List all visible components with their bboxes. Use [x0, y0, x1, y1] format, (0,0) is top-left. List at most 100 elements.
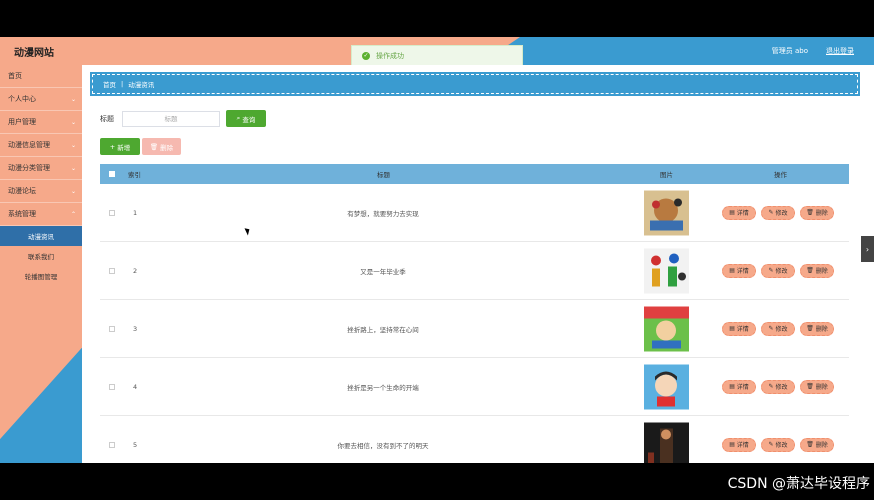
sidebar-subitem-carousel[interactable]: 轮播图管理: [0, 266, 82, 286]
select-all-checkbox[interactable]: [109, 171, 115, 177]
edit-button[interactable]: ✎ 修改: [761, 205, 795, 220]
row-actions: ▤ 详情 ✎ 修改 🗑 删除: [722, 321, 839, 336]
row-index: 3: [133, 324, 138, 333]
detail-button[interactable]: ▤ 详情: [722, 379, 756, 394]
edit-label: 修改: [775, 442, 788, 449]
check-icon: ✓: [362, 52, 370, 60]
logout-link[interactable]: 退出登录: [826, 46, 854, 56]
table-row: 3 挫折路上，坚持常在心间 ▤ 详情 ✎ 修改 🗑 删除: [100, 300, 849, 358]
sidebar-item-label: 动漫信息管理: [8, 141, 50, 149]
row-checkbox[interactable]: [109, 325, 115, 332]
detail-label: 详情: [736, 384, 749, 391]
sidebar-item-label: 动漫分类管理: [8, 164, 50, 172]
edit-button[interactable]: ✎ 修改: [761, 437, 795, 452]
trash-icon: 🗑: [806, 383, 816, 390]
sidebar-item-anime-info[interactable]: 动漫信息管理 ⌄: [0, 134, 82, 157]
row-index: 1: [133, 208, 138, 217]
main-content: 首页 | 动漫资讯 标题 标题 ⌕ 查询 + 新增 🗑 删除 索引 标题 图片 …: [82, 65, 874, 463]
anime-thumbnail: [644, 306, 689, 351]
breadcrumb-current: 动漫资讯: [128, 81, 155, 89]
search-label: 标题: [100, 114, 114, 123]
edit-button[interactable]: ✎ 修改: [761, 379, 795, 394]
sidebar-item-anime-category[interactable]: 动漫分类管理 ⌄: [0, 157, 82, 180]
sidebar-item-label: 个人中心: [8, 95, 36, 103]
delete-label: 删除: [815, 326, 828, 333]
app-window: 动漫网站 ✓ 操作成功 管理员 abo 退出登录 首页 个人中心 ⌄ 用户管理 ⌄ …: [0, 37, 874, 463]
chevron-down-icon: ⌄: [70, 164, 76, 172]
trash-icon: 🗑: [806, 209, 816, 216]
anime-thumbnail: [644, 422, 689, 463]
edit-label: 修改: [775, 384, 788, 391]
table-row: 5 你要去相信，没有到不了的明天 ▤ 详情 ✎ 修改 🗑 删除: [100, 416, 849, 463]
row-checkbox[interactable]: [109, 267, 115, 274]
row-checkbox[interactable]: [109, 383, 115, 390]
detail-button[interactable]: ▤ 详情: [722, 321, 756, 336]
delete-button[interactable]: 🗑 删除: [800, 379, 834, 394]
row-actions: ▤ 详情 ✎ 修改 🗑 删除: [722, 205, 839, 220]
detail-label: 详情: [736, 210, 749, 217]
edit-label: 修改: [775, 210, 788, 217]
row-title: 你要去相信，没有到不了的明天: [337, 441, 429, 450]
table-row: 4 挫折是另一个生命的开端 ▤ 详情 ✎ 修改 🗑 删除: [100, 358, 849, 416]
watermark: CSDN @萧达毕设程序: [727, 476, 870, 492]
bulk-delete-label: 删除: [160, 143, 174, 152]
row-title: 挫折是另一个生命的开端: [347, 383, 419, 392]
admin-label: 管理员 abo: [771, 47, 808, 55]
row-checkbox[interactable]: [109, 209, 115, 216]
toast-text: 操作成功: [376, 52, 404, 60]
sidebar-item-system[interactable]: 系统管理 ⌃: [0, 203, 82, 226]
table-header: 索引 标题 图片 操作: [100, 164, 849, 184]
row-title: 挫折路上，坚持常在心间: [347, 325, 419, 334]
edit-button[interactable]: ✎ 修改: [761, 321, 795, 336]
chevron-up-icon: ⌃: [70, 210, 76, 218]
edit-button[interactable]: ✎ 修改: [761, 263, 795, 278]
sidebar-item-home[interactable]: 首页: [0, 65, 82, 88]
bulk-delete-button[interactable]: 🗑 删除: [142, 138, 181, 155]
sidebar-subitem-contact[interactable]: 联系我们: [0, 246, 82, 266]
plus-icon: +: [109, 142, 118, 151]
trash-icon: 🗑: [806, 325, 816, 332]
delete-button[interactable]: 🗑 删除: [800, 437, 834, 452]
delete-label: 删除: [815, 268, 828, 275]
search-button[interactable]: ⌕ 查询: [226, 110, 266, 127]
sidebar-item-users[interactable]: 用户管理 ⌄: [0, 111, 82, 134]
row-index: 2: [133, 266, 138, 275]
chevron-down-icon: ⌄: [70, 187, 76, 195]
detail-button[interactable]: ▤ 详情: [722, 205, 756, 220]
detail-label: 详情: [736, 326, 749, 333]
chevron-down-icon: ⌄: [70, 95, 76, 103]
sidebar-item-label: 系统管理: [8, 210, 36, 218]
edit-icon: ✎: [768, 209, 776, 216]
table-row: 2 又是一年毕业季 ▤ 详情 ✎ 修改 🗑 删除: [100, 242, 849, 300]
breadcrumb-home[interactable]: 首页: [103, 79, 116, 89]
edit-label: 修改: [775, 326, 788, 333]
row-checkbox[interactable]: [109, 441, 115, 448]
search-input[interactable]: 标题: [122, 110, 220, 127]
sidebar-item-label: 首页: [8, 72, 22, 80]
table-row: 1 有梦想，就要努力去实现 ▤ 详情 ✎ 修改 🗑 删除: [100, 184, 849, 242]
delete-label: 删除: [815, 210, 828, 217]
side-expand-tab[interactable]: ›: [861, 236, 874, 262]
row-title: 又是一年毕业季: [360, 267, 406, 276]
row-actions: ▤ 详情 ✎ 修改 🗑 删除: [722, 437, 839, 452]
trash-icon: 🗑: [149, 142, 161, 151]
delete-label: 删除: [815, 384, 828, 391]
detail-label: 详情: [736, 442, 749, 449]
sidebar: 首页 个人中心 ⌄ 用户管理 ⌄ 动漫信息管理 ⌄ 动漫分类管理 ⌄ 动漫论坛 ⌄ 系统管…: [0, 65, 82, 463]
sidebar-item-label: 动漫论坛: [8, 187, 36, 195]
detail-icon: ▤: [729, 441, 737, 448]
detail-button[interactable]: ▤ 详情: [722, 263, 756, 278]
anime-thumbnail: [644, 364, 689, 409]
delete-button[interactable]: 🗑 删除: [800, 321, 834, 336]
news-table: 索引 标题 图片 操作 1 有梦想，就要努力去实现 ▤ 详情 ✎ 修改 🗑 删除: [100, 164, 849, 463]
sidebar-subitem-anime-news[interactable]: 动漫资讯: [0, 226, 82, 246]
add-button[interactable]: + 新增: [100, 138, 140, 155]
sidebar-item-label: 用户管理: [8, 118, 36, 126]
chevron-down-icon: ⌄: [70, 118, 76, 126]
detail-button[interactable]: ▤ 详情: [722, 437, 756, 452]
delete-button[interactable]: 🗑 删除: [800, 205, 834, 220]
row-index: 5: [133, 440, 138, 449]
delete-button[interactable]: 🗑 删除: [800, 263, 834, 278]
sidebar-item-forum[interactable]: 动漫论坛 ⌄: [0, 180, 82, 203]
sidebar-item-profile[interactable]: 个人中心 ⌄: [0, 88, 82, 111]
